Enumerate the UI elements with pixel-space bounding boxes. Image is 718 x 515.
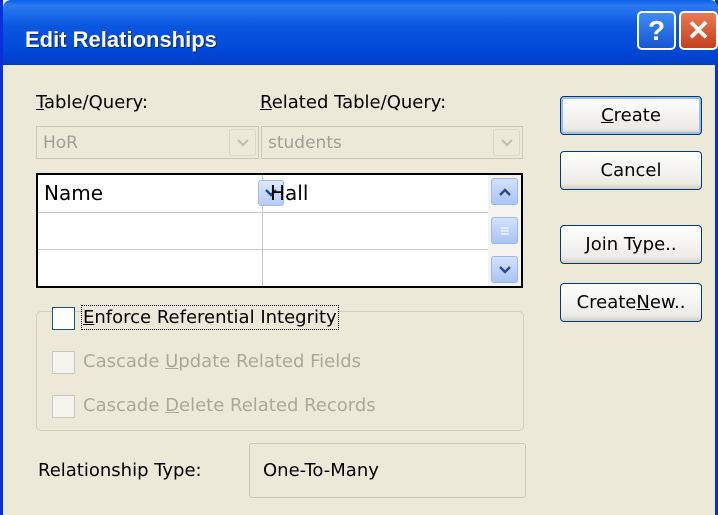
field-cell-left[interactable]: Name <box>44 181 103 205</box>
row-divider <box>38 249 488 250</box>
close-button[interactable]: ✕ <box>679 11 718 50</box>
help-icon: ? <box>647 14 666 46</box>
scroll-thumb[interactable] <box>491 217 518 244</box>
title-bar[interactable]: Edit Relationships ? ✕ <box>3 0 718 65</box>
row-divider <box>38 212 488 213</box>
related-table-query-label: Related Table/Query: <box>260 92 447 113</box>
cascade-delete-label: Cascade Delete Related Records <box>83 395 376 416</box>
relationship-type-label: Relationship Type: <box>38 460 202 481</box>
related-table-query-select[interactable]: students <box>261 126 523 159</box>
cascade-update-checkbox[interactable] <box>52 351 75 374</box>
cancel-button[interactable]: Cancel <box>560 151 702 190</box>
chevron-down-icon[interactable] <box>493 129 520 156</box>
create-new-button[interactable]: Create New.. <box>560 283 702 322</box>
edit-relationships-dialog: Edit Relationships ? ✕ Table/Query: Rela… <box>0 0 718 515</box>
vertical-scrollbar[interactable] <box>488 175 521 286</box>
close-icon: ✕ <box>686 15 711 46</box>
cascade-update-label: Cascade Update Related Fields <box>83 351 362 372</box>
chevron-up-icon[interactable] <box>491 178 518 205</box>
enforce-integrity-checkbox[interactable] <box>52 307 75 330</box>
table-query-label: Table/Query: <box>36 92 149 113</box>
window-title: Edit Relationships <box>25 27 217 52</box>
enforce-integrity-label[interactable]: Enforce Referential Integrity <box>81 305 339 330</box>
join-fields-grid: Name Hall <box>36 173 523 288</box>
chevron-down-icon[interactable] <box>229 129 256 156</box>
relationship-type-box: One-To-Many <box>249 443 526 498</box>
chevron-down-icon[interactable] <box>491 256 518 283</box>
help-button[interactable]: ? <box>637 11 676 50</box>
field-cell-right[interactable]: Hall <box>270 181 308 205</box>
create-button[interactable]: Create <box>560 96 702 135</box>
table-query-value: HoR <box>43 133 78 153</box>
relationship-type-value: One-To-Many <box>263 460 379 481</box>
join-type-button[interactable]: Join Type.. <box>560 225 702 264</box>
cascade-delete-checkbox[interactable] <box>52 395 75 418</box>
related-table-query-value: students <box>268 133 342 153</box>
table-query-select[interactable]: HoR <box>36 126 259 159</box>
